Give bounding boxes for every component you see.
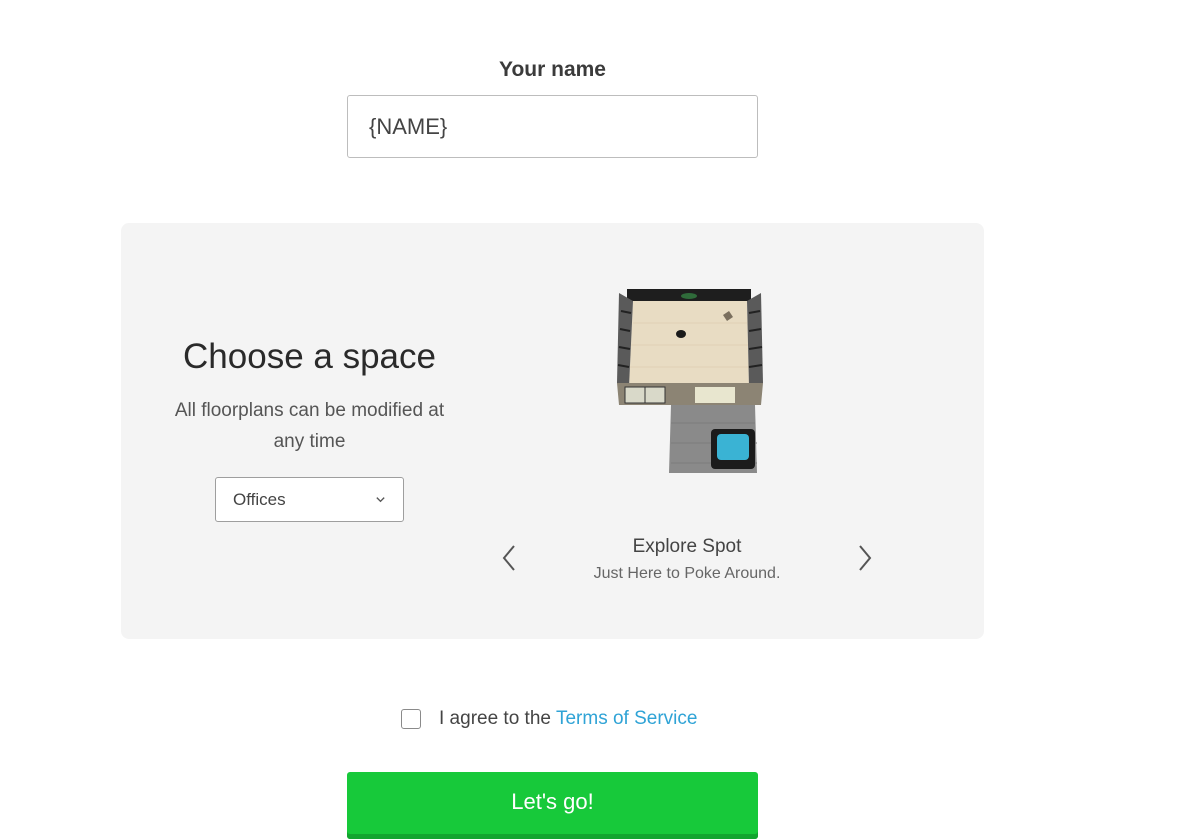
space-type-select[interactable]: Offices [215, 477, 404, 522]
space-subtitle: All floorplans can be modified at any ti… [174, 400, 445, 452]
spot-title: Explore Spot [632, 536, 742, 557]
lets-go-button[interactable]: Let's go! [347, 772, 758, 839]
space-title: Choose a space [183, 337, 436, 376]
spot-subtitle: Just Here to Poke Around. [593, 565, 781, 582]
chevron-down-icon [376, 497, 385, 503]
terms-row: I agree to the Terms of Service [401, 707, 697, 731]
terms-checkbox[interactable] [401, 709, 421, 729]
floorplan-preview-image [617, 289, 763, 473]
signup-page: Your name Choose a space All floorplans … [0, 0, 1187, 839]
chevron-left-icon[interactable] [498, 543, 522, 573]
space-type-select-value: Offices [233, 489, 286, 509]
space-panel: Choose a space All floorplans can be mod… [121, 223, 984, 639]
terms-text: I agree to the [439, 708, 551, 729]
terms-of-service-link[interactable]: Terms of Service [556, 708, 697, 730]
name-input[interactable] [347, 95, 758, 158]
chevron-right-icon[interactable] [852, 543, 876, 573]
name-label: Your name [499, 58, 606, 81]
